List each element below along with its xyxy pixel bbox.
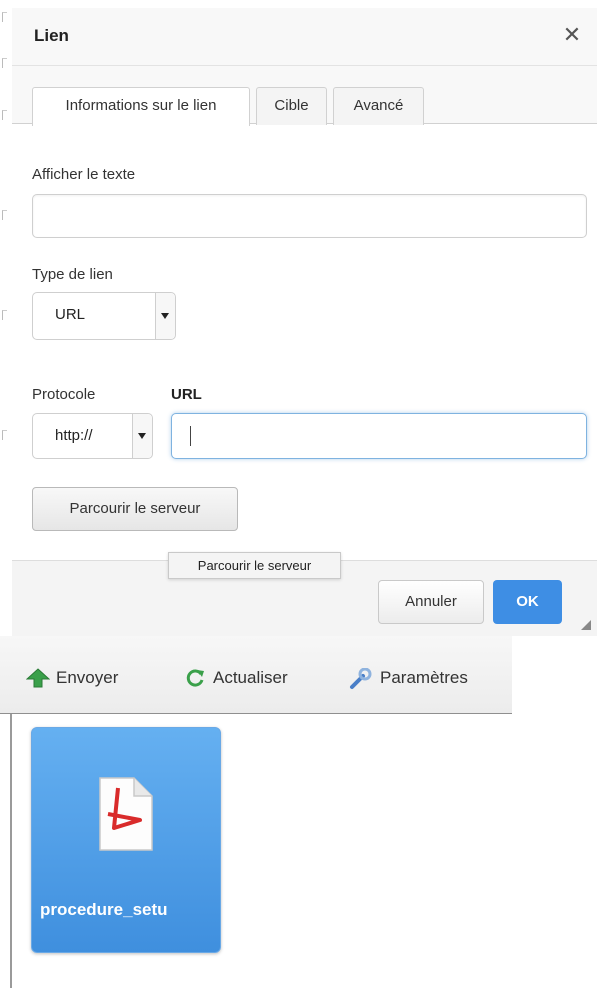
link-dialog: Lien ✕ Informations sur le lien Cible Av… <box>12 8 597 636</box>
tab-bar: Informations sur le lien Cible Avancé <box>12 66 597 126</box>
dialog-title: Lien <box>34 26 69 45</box>
file-browser-toolbar: Envoyer Actualiser Paramètres <box>0 636 512 714</box>
upload-label: Envoyer <box>56 668 119 687</box>
dialog-header: Lien ✕ <box>12 8 597 66</box>
link-type-label: Type de lien <box>32 266 113 283</box>
refresh-icon <box>186 669 204 687</box>
file-list: procedure_setu <box>10 714 512 988</box>
tab-advanced[interactable]: Avancé <box>333 87 424 125</box>
url-label: URL <box>171 386 202 403</box>
protocol-label: Protocole <box>32 386 96 403</box>
chevron-down-icon <box>132 414 152 458</box>
protocol-select[interactable]: http:// <box>32 413 153 459</box>
background-page-edge <box>0 0 12 636</box>
cancel-button[interactable]: Annuler <box>378 580 484 624</box>
tab-link-info[interactable]: Informations sur le lien <box>32 87 250 126</box>
browse-server-tooltip: Parcourir le serveur <box>168 552 341 579</box>
refresh-label: Actualiser <box>213 668 288 687</box>
ok-button[interactable]: OK <box>493 580 562 624</box>
upload-button[interactable]: Envoyer <box>26 666 142 690</box>
settings-button[interactable]: Paramètres <box>348 666 498 690</box>
browse-server-button[interactable]: Parcourir le serveur <box>32 487 238 531</box>
pdf-file-icon <box>99 777 153 851</box>
refresh-button[interactable]: Actualiser <box>184 666 310 690</box>
resize-handle[interactable] <box>581 620 591 630</box>
upload-arrow-icon <box>26 668 50 688</box>
file-name: procedure_setu <box>40 900 168 919</box>
chevron-down-icon <box>155 293 175 339</box>
link-type-select[interactable]: URL <box>32 292 176 340</box>
url-input[interactable] <box>171 413 587 459</box>
text-cursor <box>190 426 191 446</box>
settings-label: Paramètres <box>380 668 468 687</box>
close-icon[interactable]: ✕ <box>559 22 585 48</box>
display-text-field[interactable] <box>32 194 587 238</box>
protocol-value: http:// <box>55 427 93 444</box>
file-browser: Envoyer Actualiser Paramètres procedure_… <box>0 636 512 988</box>
file-item[interactable]: procedure_setu <box>31 727 221 953</box>
wrench-icon <box>350 668 372 689</box>
link-type-value: URL <box>55 306 86 323</box>
display-text-label: Afficher le texte <box>32 166 136 183</box>
tab-target[interactable]: Cible <box>256 87 327 125</box>
